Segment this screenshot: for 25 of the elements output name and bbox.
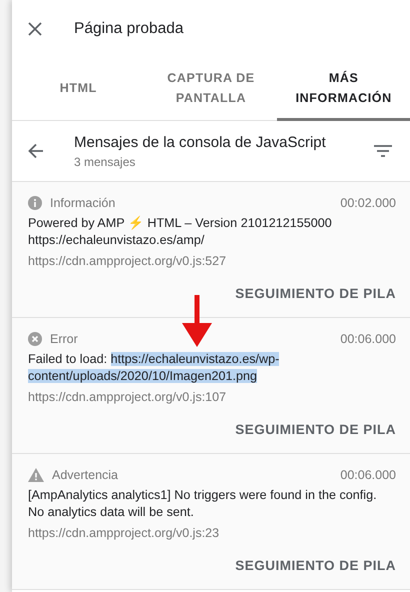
message-level: Advertencia bbox=[52, 468, 120, 482]
message-time: 00:06.000 bbox=[340, 332, 396, 346]
message-text: Failed to load: https://echaleunvistazo.es/wp-content/uploads/2020/10/Imagen201.png bbox=[28, 351, 280, 385]
arrow-icon bbox=[182, 295, 212, 347]
tab[interactable]: MÁS INFORMACIÓN bbox=[277, 58, 410, 121]
section-title: Mensajes de la consola de JavaScript bbox=[74, 134, 327, 150]
message-time: 00:02.000 bbox=[340, 196, 396, 210]
close-button[interactable] bbox=[28, 22, 42, 36]
filter-button[interactable] bbox=[374, 145, 392, 157]
message-text: Powered by AMP ⚡ HTML – Version 2101212155000 https://echaleunvistazo.es/amp/ bbox=[28, 215, 333, 249]
message-level: Información bbox=[50, 196, 116, 210]
error-icon bbox=[28, 332, 42, 346]
stack-trace-button[interactable]: SEGUIMIENTO DE PILA bbox=[235, 418, 396, 441]
stack-trace-button[interactable]: SEGUIMIENTO DE PILA bbox=[235, 554, 396, 577]
info-icon bbox=[28, 196, 42, 210]
tab[interactable]: CAPTURA DE PANTALLA bbox=[144, 58, 278, 121]
message-count: 3 mensajes bbox=[74, 154, 136, 168]
back-button[interactable] bbox=[28, 143, 44, 159]
panel-title: Página probada bbox=[74, 20, 184, 38]
message-level: Error bbox=[50, 332, 79, 346]
warning-icon bbox=[28, 468, 44, 482]
tab[interactable]: HTML bbox=[12, 58, 145, 121]
message-text: [AmpAnalytics analytics1] No triggers were found in the config. No analytics data will be sent. bbox=[28, 487, 378, 521]
stack-trace-button[interactable]: SEGUIMIENTO DE PILA bbox=[235, 282, 396, 305]
message-time: 00:06.000 bbox=[340, 468, 396, 482]
